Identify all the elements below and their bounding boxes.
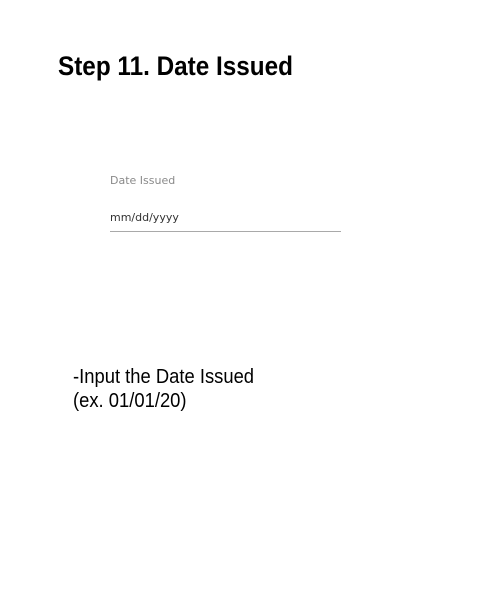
instruction-line-1: -Input the Date Issued bbox=[73, 366, 255, 388]
tutorial-page: { "step": { "title": "Step 11. Date Issu… bbox=[0, 0, 500, 600]
step-title: Step 11. Date Issued bbox=[58, 51, 294, 81]
date-issued-field: Date Issued bbox=[110, 170, 341, 232]
instruction-line-2: (ex. 01/01/20) bbox=[73, 390, 187, 412]
date-issued-input[interactable] bbox=[110, 210, 341, 232]
date-issued-label: Date Issued bbox=[110, 174, 176, 187]
instruction-text: -Input the Date Issued (ex. 01/01/20) bbox=[73, 365, 254, 413]
